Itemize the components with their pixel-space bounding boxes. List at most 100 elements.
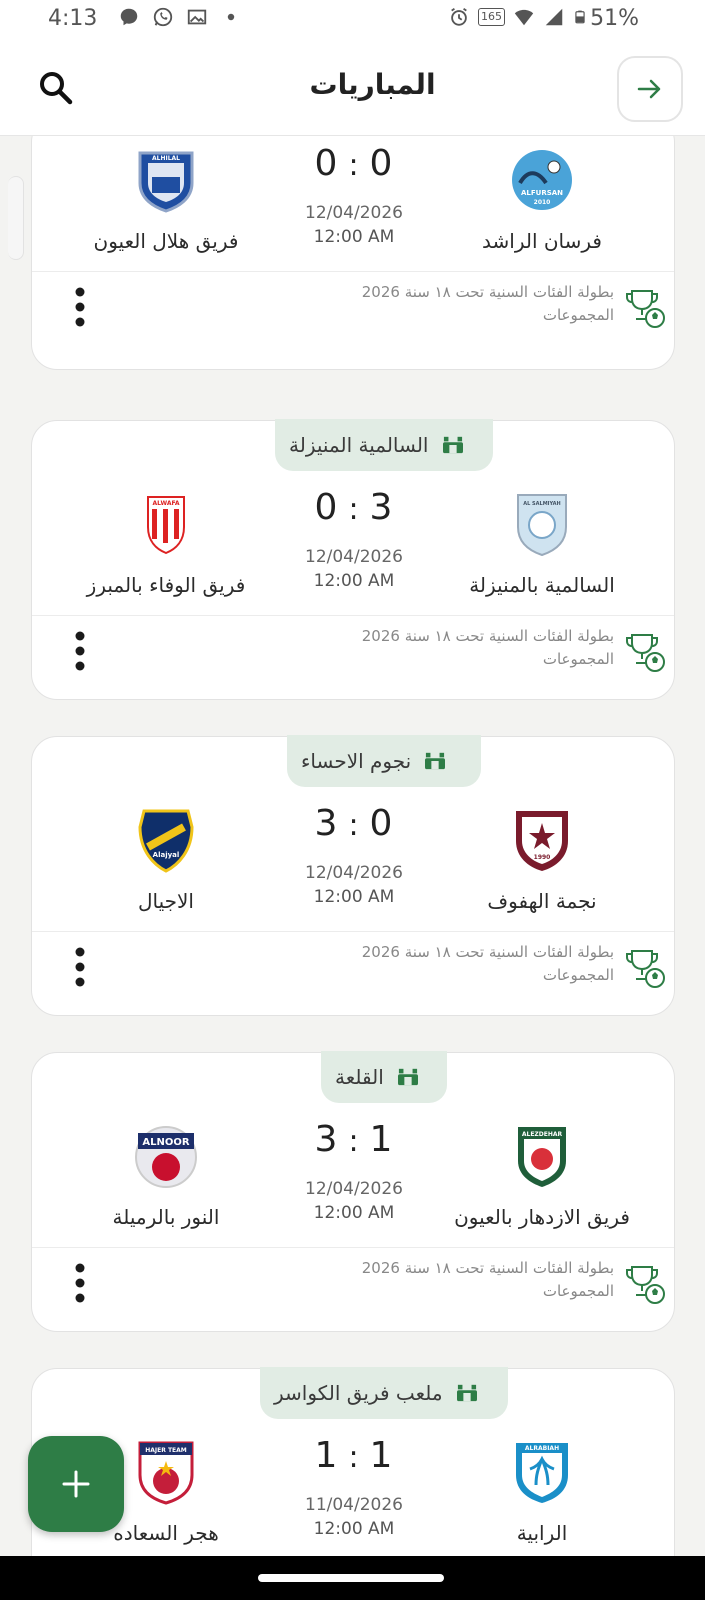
home-team[interactable]: ALRABIAH الرابية [432, 1439, 652, 1545]
svg-text:ALWAFA: ALWAFA [152, 500, 179, 507]
more-vert-icon [75, 287, 85, 327]
svg-text:ALEZDEHAR: ALEZDEHAR [522, 1131, 563, 1138]
match-card[interactable]: القلعة ALEZDEHAR فريق الازدهار بالعيون ALNO… [31, 1051, 675, 1332]
stadium-icon [442, 436, 463, 454]
stadium-icon [397, 1068, 418, 1086]
app-bar: المباريات [0, 38, 705, 136]
add-match-button[interactable] [28, 1436, 124, 1532]
match-card[interactable]: ملعب فريق الكواسر ALRABIAH الرابية HAJER TE… [31, 1367, 675, 1556]
refresh-rate-icon: 165 [478, 8, 505, 26]
more-options-button[interactable] [72, 287, 88, 327]
back-button[interactable] [617, 56, 683, 122]
match-card[interactable]: نجوم الاحساء 1990 نجمة الهفوف Alajyal الاجيا… [31, 735, 675, 1016]
match-date: 12/04/2026 [305, 203, 403, 223]
competition-name: بطولة الفئات السنية تحت ١٨ سنة 2026 [361, 627, 614, 645]
hajer-team-logo: HAJER TEAM [138, 1441, 194, 1505]
match-time: 12:00 AM [313, 227, 395, 247]
competition-stage: المجموعات [542, 306, 614, 324]
competition-name: بطولة الفئات السنية تحت ١٨ سنة 2026 [361, 1259, 614, 1277]
trophy-icon [626, 1266, 665, 1304]
away-team-logo: ALHILAL [134, 147, 198, 213]
home-team[interactable]: 1990 نجمة الهفوف [432, 807, 652, 913]
card-divider [32, 931, 674, 932]
match-date: 12/04/2026 [305, 547, 403, 567]
match-time: 12:00 AM [313, 1203, 395, 1223]
match-score: 0:0 [264, 143, 444, 184]
home-team-name: فريق الازدهار بالعيون [454, 1205, 630, 1229]
matches-list[interactable]: ALFURSAN 2010 فرسان الراشد ALHILAL فريق هلال… [0, 136, 705, 1556]
alarm-icon [451, 7, 467, 26]
venue-tab: ملعب فريق الكواسر [260, 1367, 508, 1419]
match-score: 1:1 [264, 1435, 444, 1476]
arrow-right-icon [637, 79, 661, 99]
away-score: 3 [314, 1119, 339, 1160]
stadium-icon [456, 1384, 477, 1402]
away-team[interactable]: Alajyal الاجيال [56, 807, 276, 913]
trophy-badge [624, 947, 666, 989]
system-navigation-bar [0, 1556, 705, 1600]
more-options-button[interactable] [72, 631, 88, 671]
svg-text:1990: 1990 [534, 854, 551, 861]
card-divider [32, 1247, 674, 1248]
match-time: 12:00 AM [313, 1519, 395, 1539]
home-gesture-bar[interactable] [258, 1574, 444, 1582]
home-team-name: نجمة الهفوف [487, 889, 597, 913]
svg-text:ALRABIAH: ALRABIAH [525, 1445, 559, 1452]
dot-icon [227, 13, 235, 21]
away-team[interactable]: ALHILAL فريق هلال العيون [56, 147, 276, 253]
trophy-icon [626, 290, 665, 328]
wifi-icon [514, 9, 534, 26]
home-team[interactable]: ALEZDEHAR فريق الازدهار بالعيون [432, 1123, 652, 1229]
venue-name: ملعب فريق الكواسر [274, 1381, 443, 1405]
more-vert-icon [75, 947, 85, 987]
svg-text:ALNOOR: ALNOOR [142, 1137, 189, 1148]
status-bar: 4:13 165 51% [0, 0, 705, 38]
competition-name: بطولة الفئات السنية تحت ١٨ سنة 2026 [361, 943, 614, 961]
card-divider [32, 615, 674, 616]
alsalmiya-logo: AL SALMIYAH [517, 494, 567, 557]
away-team-name: النور بالرميلة [112, 1205, 220, 1229]
alfursan-logo: ALFURSAN 2010 [512, 150, 572, 210]
home-score: 0 [369, 143, 394, 184]
match-card[interactable]: ALFURSAN 2010 فرسان الراشد ALHILAL فريق هلال… [31, 136, 675, 370]
home-team[interactable]: AL SALMIYAH السالمية بالمنيزلة [432, 491, 652, 597]
home-team-logo: ALEZDEHAR [510, 1123, 574, 1189]
svg-text:2010: 2010 [534, 199, 551, 206]
match-date: 11/04/2026 [305, 1495, 403, 1515]
score-separator: : [348, 148, 360, 183]
competition-info: بطولة الفئات السنية تحت ١٨ سنة 2026 المجم… [362, 941, 614, 987]
svg-text:AL SALMIYAH: AL SALMIYAH [523, 501, 561, 507]
competition-info: بطولة الفئات السنية تحت ١٨ سنة 2026 المجم… [362, 625, 614, 671]
away-team-name: الاجيال [138, 889, 194, 913]
more-options-button[interactable] [72, 947, 88, 987]
venue-name: القلعة [335, 1065, 384, 1089]
match-date: 12/04/2026 [305, 863, 403, 883]
card-divider [32, 271, 674, 272]
away-team[interactable]: ALWAFA فريق الوفاء بالمبرز [56, 491, 276, 597]
away-team[interactable]: ALNOOR النور بالرميلة [56, 1123, 276, 1229]
away-score: 3 [314, 803, 339, 844]
competition-name: بطولة الفئات السنية تحت ١٨ سنة 2026 [361, 283, 614, 301]
score-separator: : [348, 492, 360, 527]
trophy-badge [624, 631, 666, 673]
away-team-name: فريق الوفاء بالمبرز [86, 573, 246, 597]
venue-tab: السالمية المنيزلة [275, 419, 493, 471]
home-team[interactable]: ALFURSAN 2010 فرسان الراشد [432, 147, 652, 253]
home-team-logo: AL SALMIYAH [510, 491, 574, 557]
away-team-logo: ALWAFA [134, 491, 198, 557]
competition-stage: المجموعات [542, 1282, 614, 1300]
svg-text:Alajyal: Alajyal [153, 851, 180, 859]
match-card[interactable]: السالمية المنيزلة AL SALMIYAH السالمية بال… [31, 419, 675, 700]
alajyal-logo: Alajyal [138, 809, 194, 873]
away-score: 0 [314, 143, 339, 184]
competition-stage: المجموعات [542, 650, 614, 668]
home-team-logo: 1990 [510, 807, 574, 873]
signal-icon [545, 8, 563, 26]
match-score: 0:3 [264, 487, 444, 528]
more-options-button[interactable] [72, 1263, 88, 1303]
score-separator: : [348, 1124, 360, 1159]
away-team-logo: Alajyal [134, 807, 198, 873]
match-time: 12:00 AM [313, 887, 395, 907]
plus-icon [62, 1470, 90, 1498]
away-team-name: فريق هلال العيون [93, 229, 239, 253]
